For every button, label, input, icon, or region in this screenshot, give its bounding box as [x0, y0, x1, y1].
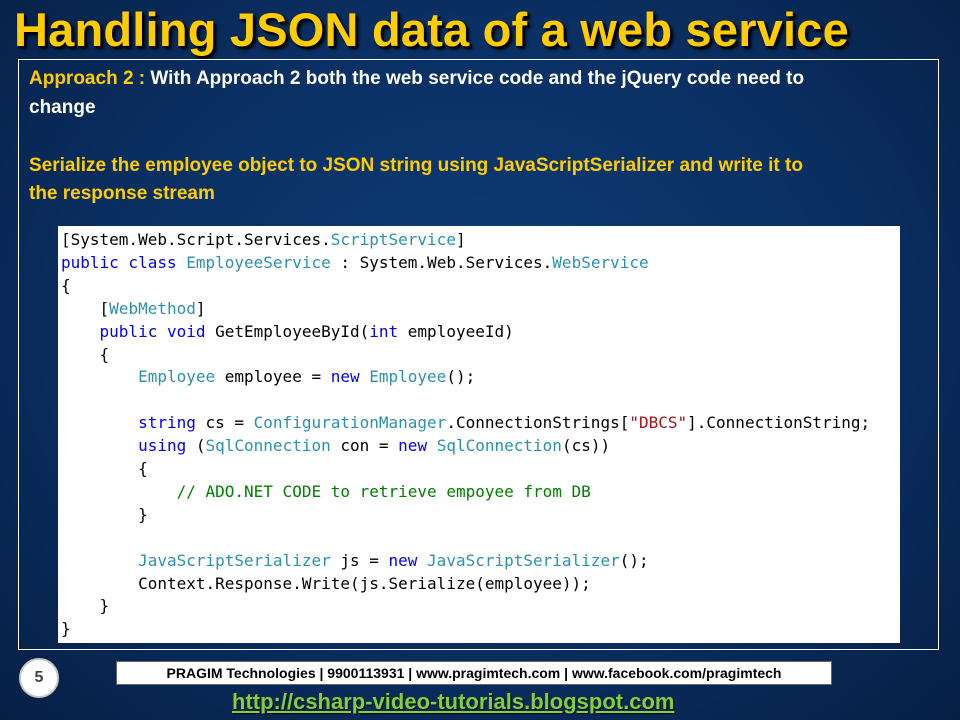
code-token: con =: [330, 436, 399, 456]
code-token: "DBCS": [629, 413, 688, 433]
code-line: // ADO.NET CODE to retrieve empoyee from…: [61, 481, 591, 503]
code-token: .ConnectionStrings[: [446, 413, 630, 433]
code-token: // ADO.NET CODE to retrieve empoyee from…: [176, 481, 591, 501]
code-line: string cs = ConfigurationManager.Connect…: [61, 412, 870, 434]
code-token: Employee: [369, 367, 447, 387]
code-token: Employee: [138, 367, 216, 387]
blog-link[interactable]: http://csharp-video-tutorials.blogspot.c…: [232, 689, 674, 715]
code-token: ScriptService: [330, 230, 456, 249]
code-line: {: [61, 458, 148, 480]
code-line: public class EmployeeService : System.We…: [61, 252, 649, 274]
code-line: Employee employee = new Employee();: [61, 366, 475, 388]
code-line: using (SqlConnection con = new SqlConnec…: [61, 435, 610, 457]
code-token: cs =: [195, 413, 254, 433]
code-token: new: [388, 550, 428, 570]
code-token: ();: [446, 367, 476, 387]
code-token: EmployeeService: [186, 252, 331, 272]
serialize-instruction-line1: Serialize the employee object to JSON st…: [29, 155, 803, 176]
code-line: }: [61, 618, 71, 640]
footer-company-bar: PRAGIM Technologies | 9900113931 | www.p…: [116, 661, 832, 685]
code-token: new: [330, 367, 370, 387]
code-token: {: [61, 344, 110, 364]
code-token: {: [61, 275, 71, 295]
code-token: ();: [619, 550, 649, 570]
code-token: [: [61, 298, 110, 318]
code-token: int: [369, 321, 399, 341]
code-line: [System.Web.Script.Services.ScriptServic…: [61, 229, 466, 251]
code-token: ].ConnectionString;: [687, 413, 871, 433]
approach-line: Approach 2 : With Approach 2 both the we…: [29, 65, 804, 93]
code-token: WebService: [552, 252, 649, 272]
page-number-badge: 5: [19, 658, 59, 698]
code-token: new: [398, 436, 437, 456]
code-token: {: [61, 459, 148, 478]
code-token: ]: [195, 298, 206, 318]
code-token: JavaScriptSerializer: [427, 550, 620, 570]
code-token: JavaScriptSerializer: [138, 550, 331, 570]
code-token: public class: [61, 252, 187, 272]
code-line: JavaScriptSerializer js = new JavaScript…: [61, 550, 649, 572]
code-line: [WebMethod]: [61, 298, 206, 320]
code-token: (: [186, 436, 206, 456]
code-token: [System.Web.Script.Services.: [61, 230, 331, 249]
serialize-instruction-line2: the response stream: [29, 183, 215, 204]
approach-text: With Approach 2 both the web service cod…: [150, 68, 805, 89]
code-token: Context.Response.Write(js.Serialize(empl…: [61, 573, 591, 593]
code-token: (cs)): [561, 436, 611, 456]
approach-label: Approach 2 :: [29, 68, 146, 89]
code-token: }: [61, 596, 110, 616]
code-token: ]: [455, 230, 466, 249]
code-token: ConfigurationManager: [253, 413, 447, 433]
code-token: SqlConnection: [205, 436, 331, 456]
code-line: }: [61, 504, 148, 526]
slide-title: Handling JSON data of a web service: [14, 3, 849, 56]
code-token: employee =: [215, 367, 331, 387]
code-line: {: [61, 275, 71, 297]
code-line: }: [61, 595, 110, 617]
code-line: Context.Response.Write(js.Serialize(empl…: [61, 573, 591, 595]
code-token: WebMethod: [109, 298, 196, 318]
code-token: string: [138, 413, 196, 433]
code-token: SqlConnection: [436, 436, 562, 456]
code-token: GetEmployeeById(: [215, 321, 370, 341]
approach-text-continued: change: [29, 97, 96, 118]
code-line: public void GetEmployeeById(int employee…: [61, 321, 514, 343]
code-token: public void: [99, 321, 216, 341]
code-token: using: [138, 436, 187, 456]
code-token: : System.Web.Services.: [330, 252, 553, 272]
code-panel: [System.Web.Script.Services.ScriptServic…: [58, 226, 900, 643]
code-token: js =: [330, 550, 389, 570]
code-line: {: [61, 344, 110, 366]
code-token: }: [61, 619, 71, 639]
code-token: }: [61, 504, 148, 524]
code-token: employeeId): [398, 321, 514, 341]
